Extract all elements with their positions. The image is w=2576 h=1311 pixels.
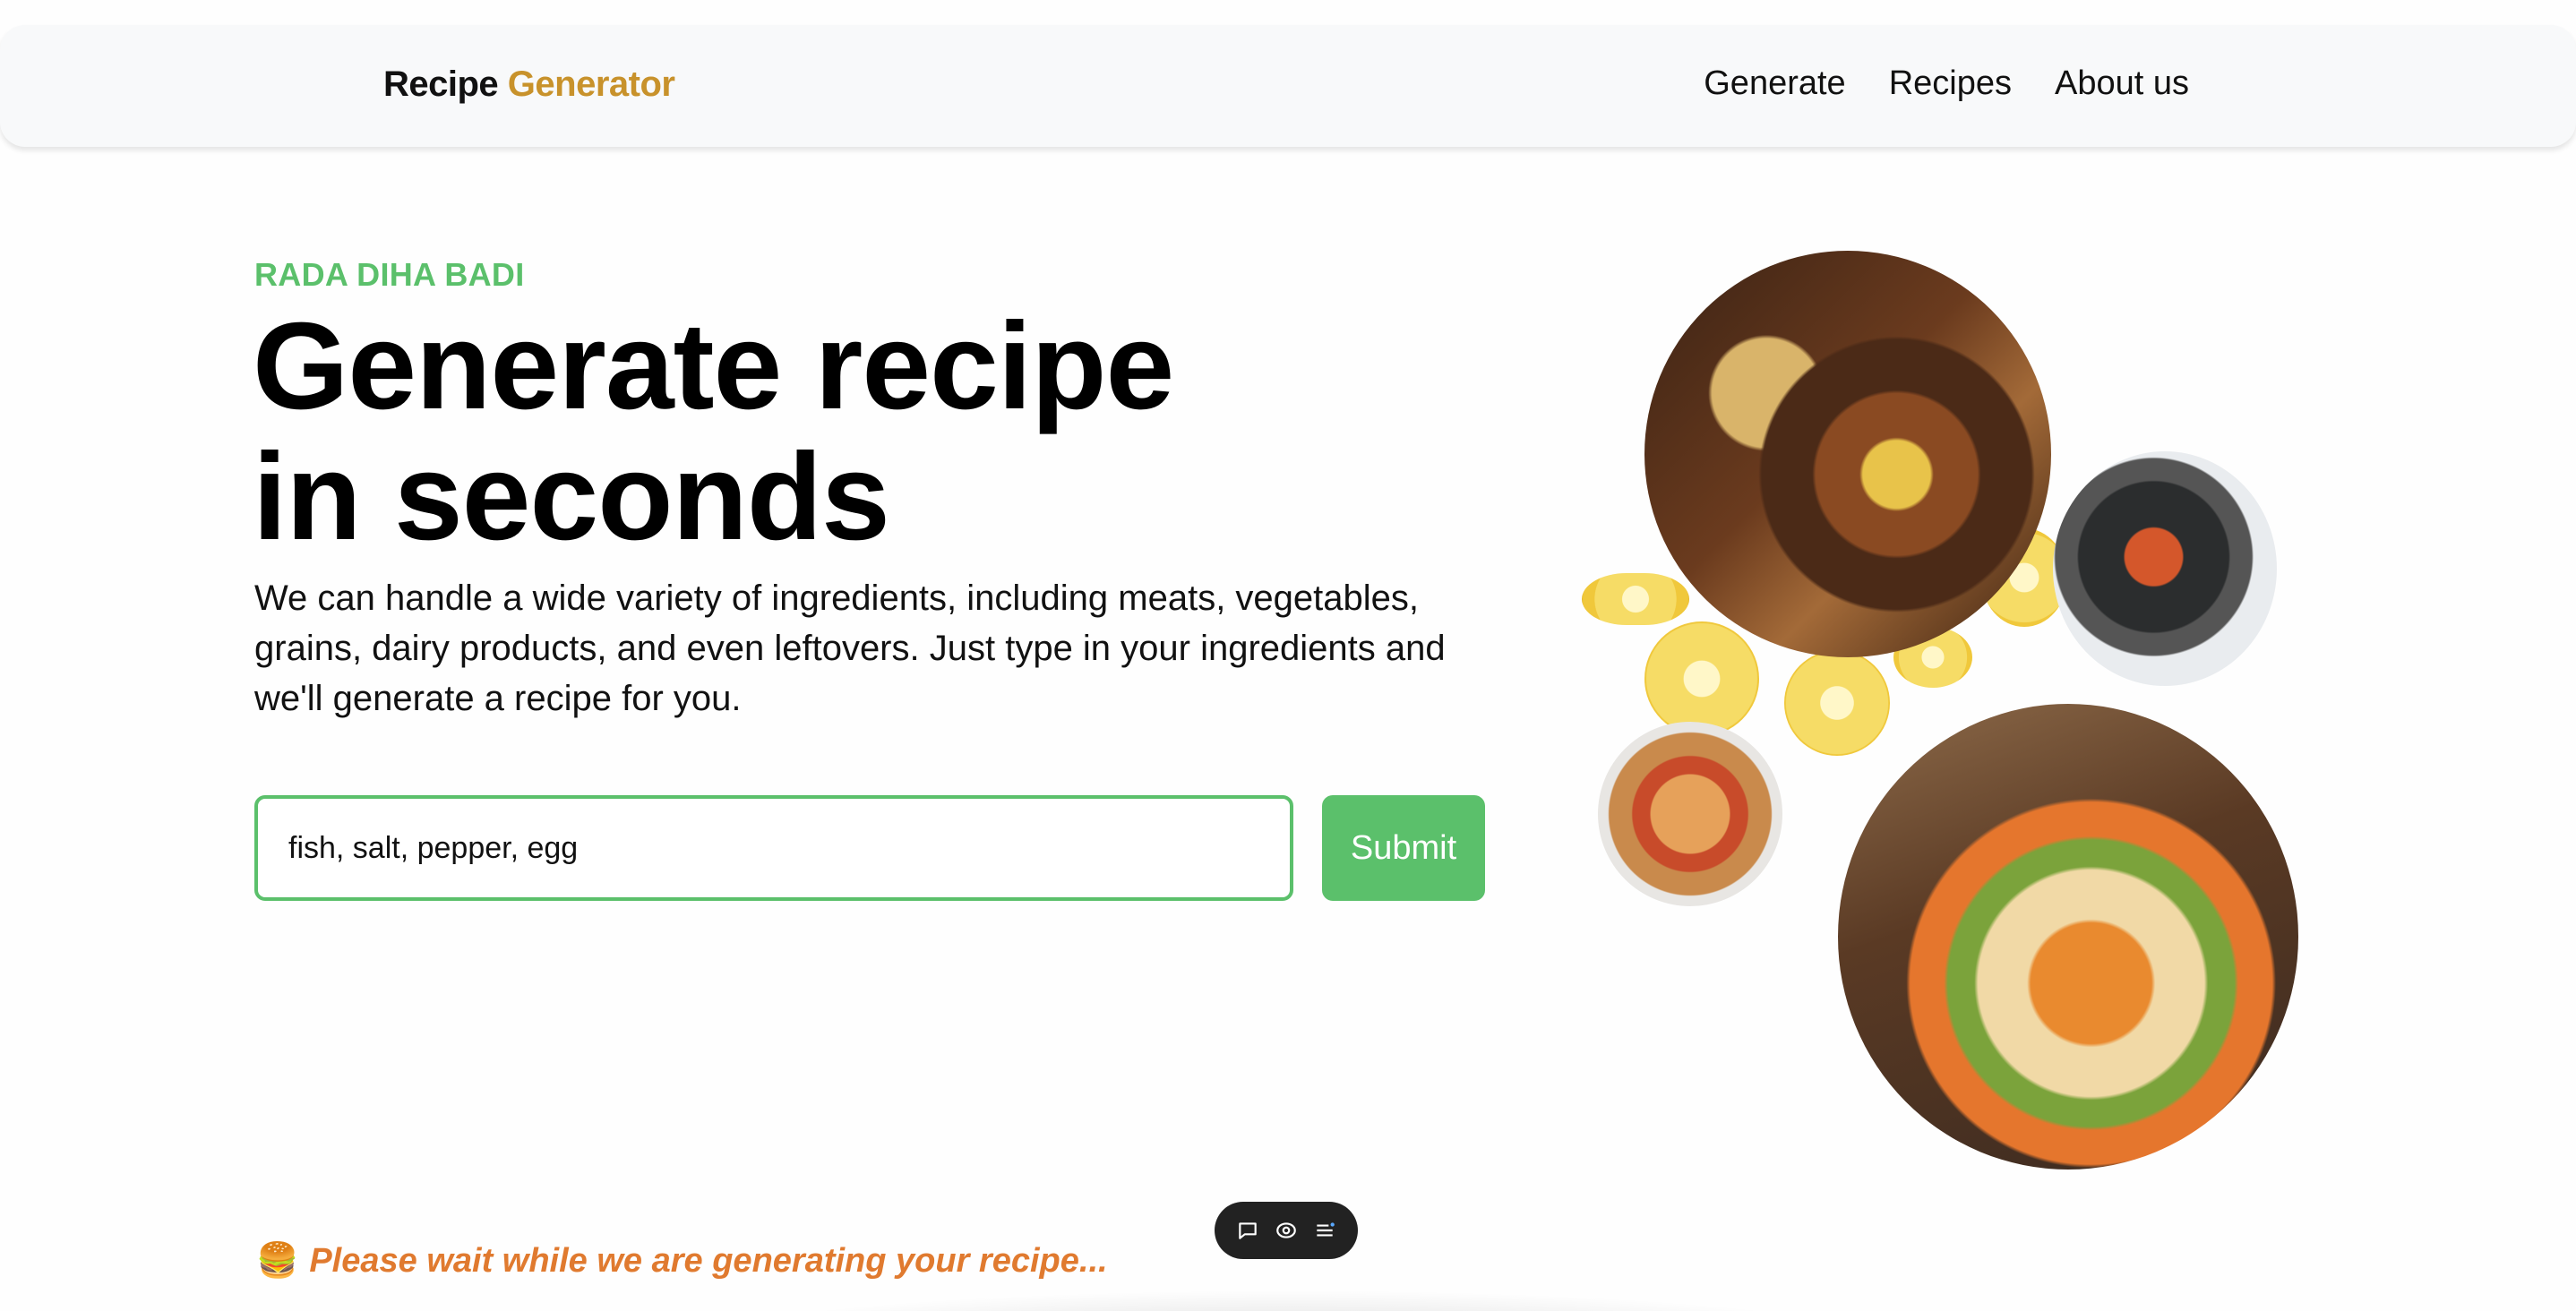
- top-navbar: Recipe Generator Generate Recipes About …: [0, 25, 2576, 147]
- nav-generate[interactable]: Generate: [1704, 64, 1845, 103]
- noodles-image: [2053, 451, 2277, 686]
- burger-emoji-icon: 🍔: [256, 1242, 299, 1280]
- hero-title-line-2: in seconds: [253, 428, 890, 566]
- lemon-slice-image: [1784, 650, 1890, 756]
- loading-status: 🍔 Please wait while we are generating you…: [256, 1241, 1108, 1281]
- submit-button[interactable]: Submit: [1322, 795, 1485, 901]
- floating-toolbar: [1215, 1202, 1358, 1259]
- hero-title: Generate recipe in seconds: [253, 301, 1417, 562]
- lemon-slice-image: [1644, 621, 1759, 736]
- hero-description: We can handle a wide variety of ingredie…: [254, 578, 1446, 718]
- eye-icon[interactable]: [1271, 1215, 1301, 1246]
- burger-image: [1644, 251, 2051, 657]
- lemon-slice-image: [1582, 573, 1689, 625]
- nav-links: Generate Recipes About us: [1704, 64, 2189, 103]
- ingredients-input[interactable]: [254, 795, 1293, 901]
- hero-eyebrow: RADA DIHA BADI: [254, 256, 525, 293]
- nav-recipes[interactable]: Recipes: [1889, 64, 2012, 103]
- hero-title-line-1: Generate recipe: [253, 297, 1174, 435]
- comment-icon[interactable]: [1232, 1215, 1263, 1246]
- brand-logo[interactable]: Recipe Generator: [383, 64, 675, 105]
- result-card-shadow: [681, 1290, 1899, 1311]
- tacos-image: [1838, 704, 2298, 1170]
- pizza-image: [1598, 722, 1782, 906]
- brand-main: Recipe: [383, 64, 499, 104]
- menu-icon[interactable]: [1309, 1215, 1340, 1246]
- brand-accent: Generator: [507, 64, 675, 104]
- loading-message: Please wait while we are generating your…: [309, 1242, 1108, 1280]
- nav-about-us[interactable]: About us: [2055, 64, 2189, 103]
